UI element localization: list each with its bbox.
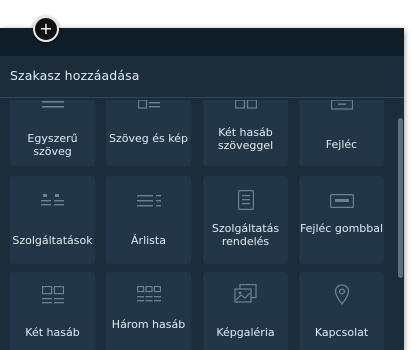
tile-two-column[interactable]: Két hasáb [10, 272, 95, 350]
panel-top-bar [0, 28, 404, 56]
tile-contact[interactable]: Kapcsolat [299, 272, 384, 350]
image-gallery-icon [233, 284, 257, 303]
tile-label: Kapcsolat [314, 326, 369, 339]
add-section-button[interactable]: + [33, 16, 59, 42]
tile-label: Fejléc [325, 138, 358, 151]
panel-title: Szakasz hozzáadása [10, 68, 140, 83]
tile-header-with-button[interactable]: Fejléc gombbal [299, 176, 384, 264]
two-column-icon [41, 286, 64, 304]
scrollbar[interactable] [397, 100, 404, 350]
tile-label: Szolgáltatások [12, 234, 93, 247]
add-section-panel: Szakasz hozzáadása Egyszerű szöveg Szöve… [0, 28, 404, 350]
tile-label: Képgaléria [216, 326, 275, 339]
text-lines-icon [41, 101, 64, 108]
page-background [0, 0, 411, 28]
image-text-icon [137, 100, 160, 109]
header-button-icon [329, 194, 354, 208]
tile-simple-text[interactable]: Egyszerű szöveg [10, 100, 95, 166]
service-order-icon [237, 190, 254, 210]
tile-label: Árlista [131, 234, 166, 247]
tile-label: Szolgáltatás rendelés [211, 222, 280, 248]
tile-two-column-text[interactable]: Két hasáb szöveggel [203, 100, 288, 166]
tile-label: Két hasáb szöveggel [217, 126, 274, 152]
tile-text-and-image[interactable]: Szöveg és kép [106, 100, 191, 166]
tile-label: Két hasáb [25, 326, 80, 339]
tile-three-column[interactable]: Három hasáb [106, 272, 191, 350]
services-icon [40, 194, 64, 206]
header-icon [330, 100, 353, 110]
price-list-icon [136, 195, 161, 207]
tile-image-gallery[interactable]: Képgaléria [203, 272, 288, 350]
tile-services[interactable]: Szolgáltatások [10, 176, 95, 264]
tile-service-order[interactable]: Szolgáltatás rendelés [203, 176, 288, 264]
tile-header[interactable]: Fejléc [299, 100, 384, 166]
scrollbar-thumb[interactable] [398, 118, 403, 278]
tile-label: Egyszerű szöveg [27, 132, 78, 158]
three-column-icon [136, 286, 161, 302]
section-grid: Egyszerű szöveg Szöveg és kép Két hasáb … [0, 100, 396, 350]
tile-label: Szöveg és kép [109, 132, 188, 145]
location-pin-icon [334, 284, 349, 306]
two-column-text-icon [234, 100, 257, 109]
tile-price-list[interactable]: Árlista [106, 176, 191, 264]
panel-header: Szakasz hozzáadása [0, 58, 404, 98]
tile-label: Fejléc gombbal [299, 222, 384, 235]
tile-label: Három hasáb [111, 318, 186, 331]
